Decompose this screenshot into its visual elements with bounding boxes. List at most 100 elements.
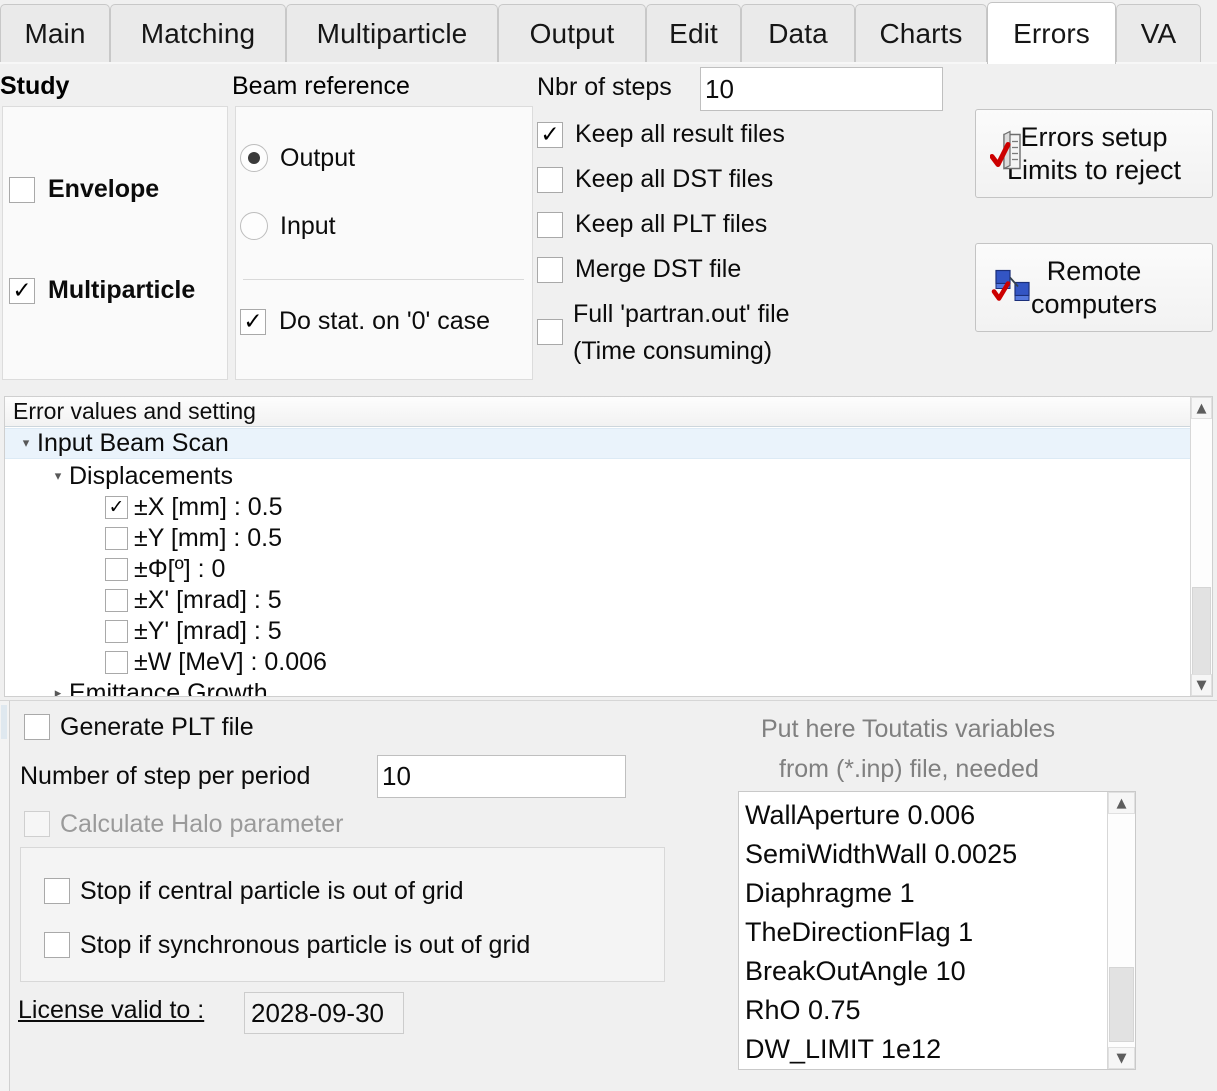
tree-row-label: ±W [MeV] : 0.006 [134, 648, 327, 676]
tab-label: Multiparticle [316, 17, 468, 49]
study-group-title: Study [0, 72, 70, 100]
envelope-checkbox[interactable] [9, 177, 35, 203]
tree-row-checkbox[interactable] [105, 558, 128, 581]
errors-setup-button[interactable]: Errors setup Limits to reject [975, 109, 1213, 198]
error-values-tree[interactable]: Error values and setting ▾ Input Beam Sc… [4, 396, 1213, 697]
do-stat-label: Do stat. on '0' case [279, 307, 491, 335]
beam-reference-input-label: Input [280, 212, 336, 240]
tab-matching[interactable]: Matching [110, 4, 286, 62]
errors-setup-line1: Errors setup [1020, 121, 1168, 152]
beam-reference-input-radio[interactable] [240, 212, 268, 240]
remote-computers-button[interactable]: Remote computers [975, 243, 1213, 332]
chevron-down-icon[interactable]: ▾ [15, 436, 37, 451]
nbr-of-steps-label: Nbr of steps [537, 73, 672, 101]
steps-per-period-label: Number of step per period [20, 762, 311, 790]
tab-edit[interactable]: Edit [646, 4, 741, 62]
tree-row-label: ±Y' [mrad] : 5 [134, 617, 282, 645]
beam-reference-output-radio[interactable] [240, 144, 268, 172]
checkbox-mark: ✓ [108, 496, 125, 518]
toutatis-line: DW_LIMIT 1e12 [745, 1034, 942, 1064]
tree-row-displacements[interactable]: ▾ Displacements [5, 461, 1212, 492]
keep-all-result-files-checkbox[interactable]: ✓ [537, 122, 563, 148]
stop-synchronous-particle-checkbox[interactable] [44, 932, 70, 958]
scrollbar-thumb[interactable] [1109, 967, 1134, 1042]
toutatis-line: SemiWidthWall 0.0025 [745, 839, 1018, 869]
license-value: 2028-09-30 [244, 992, 404, 1034]
tree-row-checkbox[interactable]: ✓ [105, 496, 128, 519]
toutatis-scrollbar[interactable]: ▲ ▼ [1107, 792, 1135, 1069]
envelope-label: Envelope [48, 175, 160, 203]
full-partran-out-label-line1: Full 'partran.out' file [573, 300, 790, 328]
nbr-of-steps-value: 10 [705, 73, 734, 104]
steps-per-period-input[interactable]: 10 [377, 755, 626, 798]
merge-dst-file-label: Merge DST file [575, 255, 742, 283]
tree-row-dphi[interactable]: ±Φ[º] : 0 [5, 554, 1212, 585]
tree-row-dx[interactable]: ✓ ±X [mm] : 0.5 [5, 492, 1212, 523]
tree-row-emittance-growth[interactable]: ▸ Emittance Growth [5, 678, 1212, 697]
beam-reference-output-label: Output [280, 144, 356, 172]
tree-row-dy[interactable]: ±Y [mm] : 0.5 [5, 523, 1212, 554]
tree-row-checkbox[interactable] [105, 620, 128, 643]
tab-data[interactable]: Data [741, 4, 855, 62]
keep-all-dst-files-checkbox[interactable] [537, 167, 563, 193]
scroll-up-arrow[interactable]: ▲ [1108, 792, 1135, 814]
chevron-right-icon[interactable]: ▸ [47, 686, 69, 696]
tree-row-label: ±X [mm] : 0.5 [134, 493, 283, 521]
tab-label: Data [768, 17, 828, 49]
tab-label: VA [1140, 17, 1177, 49]
scrollbar-thumb[interactable] [1, 705, 7, 739]
do-stat-checkbox-mark: ✓ [243, 308, 263, 335]
tab-va[interactable]: VA [1116, 4, 1201, 62]
scroll-up-arrow[interactable]: ▲ [1191, 397, 1212, 419]
errors-setup-line2: Limits to reject [1006, 154, 1182, 185]
tab-bar: Main Matching Multiparticle Output Edit … [0, 0, 1217, 64]
stop-central-particle-label: Stop if central particle is out of grid [80, 877, 464, 905]
tree-row-checkbox[interactable] [105, 527, 128, 550]
tree-row-dxprime[interactable]: ±X' [mrad] : 5 [5, 585, 1212, 616]
tree-row-label: ±Y [mm] : 0.5 [134, 524, 283, 552]
toutatis-line: RhO 0.75 [745, 995, 861, 1025]
keep-all-result-files-label: Keep all result files [575, 120, 785, 148]
chevron-down-icon[interactable]: ▾ [47, 469, 69, 484]
tree-row-label: Displacements [69, 462, 233, 490]
merge-dst-file-checkbox[interactable] [537, 257, 563, 283]
scrollbar-thumb[interactable] [1192, 587, 1211, 677]
study-panel [2, 106, 228, 380]
calculate-halo-checkbox[interactable] [24, 811, 50, 837]
tab-errors[interactable]: Errors [987, 2, 1116, 64]
calculate-halo-label: Calculate Halo parameter [60, 810, 344, 838]
tree-row-dw[interactable]: ±W [MeV] : 0.006 [5, 647, 1212, 678]
tree-row-input-beam-scan[interactable]: ▾ Input Beam Scan [5, 428, 1212, 459]
bottom-panel-scrollbar[interactable] [0, 701, 10, 1091]
tree-scrollbar[interactable]: ▲ ▼ [1190, 397, 1212, 696]
tree-row-label: ±X' [mrad] : 5 [134, 586, 282, 614]
toutatis-line: WallAperture 0.006 [745, 800, 976, 830]
tab-multiparticle[interactable]: Multiparticle [286, 4, 498, 62]
tab-label: Matching [140, 17, 256, 49]
multiparticle-checkbox-mark: ✓ [12, 277, 32, 304]
full-partran-out-label-line2: (Time consuming) [573, 337, 773, 365]
tab-label: Main [24, 17, 86, 49]
tab-charts[interactable]: Charts [855, 4, 987, 62]
nbr-of-steps-input[interactable]: 10 [700, 67, 943, 111]
stop-central-particle-checkbox[interactable] [44, 878, 70, 904]
toutatis-hint-line2: from (*.inp) file, needed [779, 755, 1039, 783]
scroll-down-arrow[interactable]: ▼ [1191, 674, 1212, 696]
multiparticle-checkbox[interactable]: ✓ [9, 278, 35, 304]
tree-row-checkbox[interactable] [105, 651, 128, 674]
toutatis-line: TheDirectionFlag 1 [745, 917, 974, 947]
tab-main[interactable]: Main [0, 4, 110, 62]
tree-row-checkbox[interactable] [105, 589, 128, 612]
tree-row-dyprime[interactable]: ±Y' [mrad] : 5 [5, 616, 1212, 647]
full-partran-out-checkbox[interactable] [537, 319, 563, 345]
tree-row-label: Emittance Growth [69, 679, 268, 697]
scroll-down-arrow[interactable]: ▼ [1108, 1047, 1135, 1069]
keep-all-plt-files-label: Keep all PLT files [575, 210, 768, 238]
do-stat-checkbox[interactable]: ✓ [240, 309, 266, 335]
keep-all-plt-files-checkbox[interactable] [537, 212, 563, 238]
tab-output[interactable]: Output [498, 4, 646, 62]
toutatis-variables-textarea[interactable]: WallAperture 0.006 SemiWidthWall 0.0025 … [738, 791, 1136, 1070]
generate-plt-file-checkbox[interactable] [24, 714, 50, 740]
tree-header: Error values and setting [5, 397, 1212, 427]
license-label: License valid to : [18, 996, 205, 1024]
